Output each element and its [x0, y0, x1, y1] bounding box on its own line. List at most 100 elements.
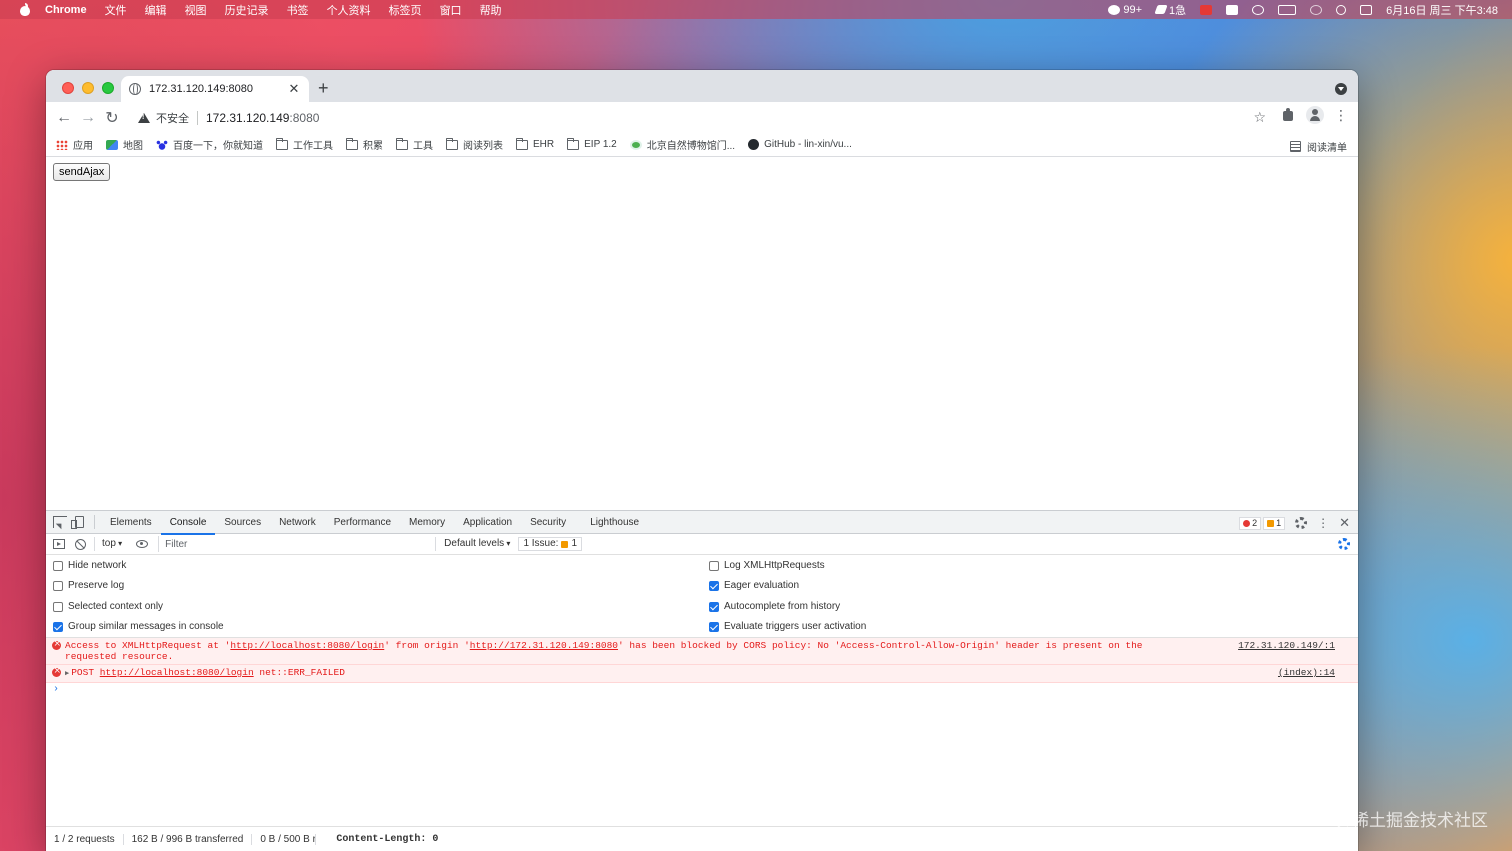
- profile-avatar-icon[interactable]: [1306, 106, 1324, 124]
- devtools-close-icon[interactable]: ✕: [1339, 515, 1350, 531]
- clear-console-icon[interactable]: [75, 538, 86, 550]
- warning-count-badge[interactable]: 1: [1263, 516, 1286, 530]
- wechat-status[interactable]: 99+: [1108, 4, 1142, 16]
- minimize-window-button[interactable]: [82, 82, 94, 94]
- menu-bookmarks[interactable]: 书签: [287, 2, 309, 18]
- setting-autocomplete-history[interactable]: Autocomplete from history: [709, 601, 840, 612]
- setting-selected-context-only[interactable]: Selected context only: [53, 601, 163, 612]
- forward-button[interactable]: →: [76, 106, 100, 130]
- reading-list-button[interactable]: 阅读清单: [1290, 139, 1347, 154]
- menu-help[interactable]: 帮助: [480, 2, 502, 18]
- menu-history[interactable]: 历史记录: [225, 2, 269, 18]
- bookmark-folder-tools[interactable]: 工具: [396, 137, 433, 152]
- menu-window[interactable]: 窗口: [440, 2, 462, 18]
- send-status[interactable]: 1急: [1154, 2, 1186, 18]
- checkbox-checked[interactable]: [709, 621, 719, 632]
- recorder-icon[interactable]: [1200, 4, 1213, 15]
- bookmark-star-icon[interactable]: ☆: [1253, 109, 1266, 126]
- setting-eager-evaluation[interactable]: Eager evaluation: [709, 580, 799, 591]
- chrome-menu-icon[interactable]: ⋮: [1334, 108, 1348, 122]
- live-expression-eye-icon[interactable]: [136, 540, 149, 548]
- cors-request-link[interactable]: http://localhost:8080/login: [230, 640, 384, 651]
- error-count-badge[interactable]: 2: [1239, 516, 1262, 530]
- log-levels-dropdown[interactable]: Default levels: [435, 537, 518, 551]
- setting-evaluate-triggers[interactable]: Evaluate triggers user activation: [709, 621, 866, 632]
- console-prompt[interactable]: ›: [46, 683, 1358, 697]
- bookmark-apps[interactable]: 应用: [56, 137, 93, 152]
- console-filter-input[interactable]: [158, 536, 436, 552]
- bookmark-baidu[interactable]: 百度一下，你就知道: [156, 137, 263, 152]
- bookmark-museum[interactable]: 北京自然博物馆门...: [629, 137, 735, 152]
- cors-source-link[interactable]: 172.31.120.149/:1: [1238, 640, 1335, 651]
- bookmark-maps[interactable]: 地图: [106, 137, 143, 152]
- back-button[interactable]: ←: [52, 106, 76, 130]
- input-method-icon[interactable]: [1226, 4, 1239, 15]
- checkbox[interactable]: [53, 580, 63, 591]
- device-toolbar-icon[interactable]: [71, 516, 84, 529]
- tab-close-icon[interactable]: ✕: [287, 81, 301, 97]
- tab-memory[interactable]: Memory: [400, 511, 454, 534]
- apple-logo-icon[interactable]: [17, 2, 33, 16]
- tab-lighthouse[interactable]: Lighthouse: [581, 511, 648, 534]
- bookmark-folder-ehr[interactable]: EHR: [516, 137, 554, 150]
- devtools-menu-icon[interactable]: ⋮: [1317, 516, 1329, 530]
- checkbox[interactable]: [53, 601, 63, 612]
- menubar-datetime[interactable]: 6月16日 周三 下午3:48: [1386, 2, 1498, 18]
- tab-network[interactable]: Network: [270, 511, 325, 534]
- context-selector[interactable]: top: [94, 537, 122, 551]
- wifi-off-icon[interactable]: [1310, 4, 1323, 15]
- url-port[interactable]: :8080: [289, 111, 319, 125]
- tab-sources[interactable]: Sources: [215, 511, 270, 534]
- menu-file[interactable]: 文件: [105, 2, 127, 18]
- checkbox[interactable]: [53, 560, 63, 571]
- console-settings-icon[interactable]: [1338, 538, 1350, 550]
- inspect-element-icon[interactable]: [53, 516, 67, 528]
- insecure-label[interactable]: 不安全: [156, 110, 189, 126]
- reload-button[interactable]: ↻: [100, 106, 124, 130]
- tab-search-button[interactable]: [1335, 83, 1347, 95]
- setting-preserve-log[interactable]: Preserve log: [53, 580, 124, 591]
- devtools-settings-icon[interactable]: [1295, 517, 1308, 529]
- tab-performance[interactable]: Performance: [325, 511, 400, 534]
- address-bar[interactable]: 不安全 172.31.120.149 :8080 ☆: [130, 105, 1266, 130]
- menu-profile[interactable]: 个人资料: [327, 2, 371, 18]
- menu-edit[interactable]: 编辑: [145, 2, 167, 18]
- control-center-icon[interactable]: [1360, 4, 1373, 15]
- setting-log-xhr[interactable]: Log XMLHttpRequests: [709, 560, 825, 571]
- show-console-sidebar-icon[interactable]: [53, 539, 65, 549]
- tab-elements[interactable]: Elements: [101, 511, 161, 534]
- checkbox-checked[interactable]: [53, 621, 63, 632]
- bookmark-folder-reading[interactable]: 阅读列表: [446, 137, 503, 152]
- tab-console[interactable]: Console: [160, 511, 216, 535]
- url-host[interactable]: 172.31.120.149: [206, 111, 289, 125]
- browser-tab[interactable]: 172.31.120.149:8080 ✕: [121, 76, 309, 102]
- menu-app-chrome[interactable]: Chrome: [45, 4, 87, 16]
- info-icon[interactable]: [1252, 4, 1265, 15]
- tab-security[interactable]: Security: [521, 511, 575, 534]
- post-url-link[interactable]: http://localhost:8080/login: [100, 667, 254, 678]
- issues-button[interactable]: 1 Issue: 1: [518, 537, 583, 551]
- expand-triangle-icon[interactable]: ▶: [65, 670, 69, 678]
- battery-icon[interactable]: [1278, 4, 1297, 15]
- send-ajax-button[interactable]: sendAjax: [53, 163, 111, 181]
- checkbox-checked[interactable]: [709, 580, 719, 591]
- bookmark-folder-work-tools[interactable]: 工作工具: [276, 137, 333, 152]
- close-window-button[interactable]: [62, 82, 74, 94]
- setting-hide-network[interactable]: Hide network: [53, 560, 126, 571]
- setting-group-similar[interactable]: Group similar messages in console: [53, 621, 224, 632]
- extensions-icon[interactable]: [1282, 108, 1296, 122]
- menu-tabs[interactable]: 标签页: [389, 2, 422, 18]
- fullscreen-window-button[interactable]: [102, 82, 114, 94]
- menu-view[interactable]: 视图: [185, 2, 207, 18]
- spotlight-search-icon[interactable]: [1336, 4, 1347, 15]
- post-source-link[interactable]: (index):14: [1278, 667, 1335, 678]
- tab-application[interactable]: Application: [454, 511, 521, 534]
- warning-icon[interactable]: [138, 112, 150, 123]
- checkbox[interactable]: [709, 560, 719, 571]
- bookmark-github[interactable]: GitHub - lin-xin/vu...: [748, 139, 852, 150]
- cors-origin-link[interactable]: http://172.31.120.149:8080: [470, 640, 618, 651]
- bookmark-folder-accumulate[interactable]: 积累: [346, 137, 383, 152]
- new-tab-button[interactable]: +: [318, 79, 329, 97]
- checkbox-checked[interactable]: [709, 601, 719, 612]
- bookmark-folder-eip[interactable]: EIP 1.2: [567, 137, 617, 150]
